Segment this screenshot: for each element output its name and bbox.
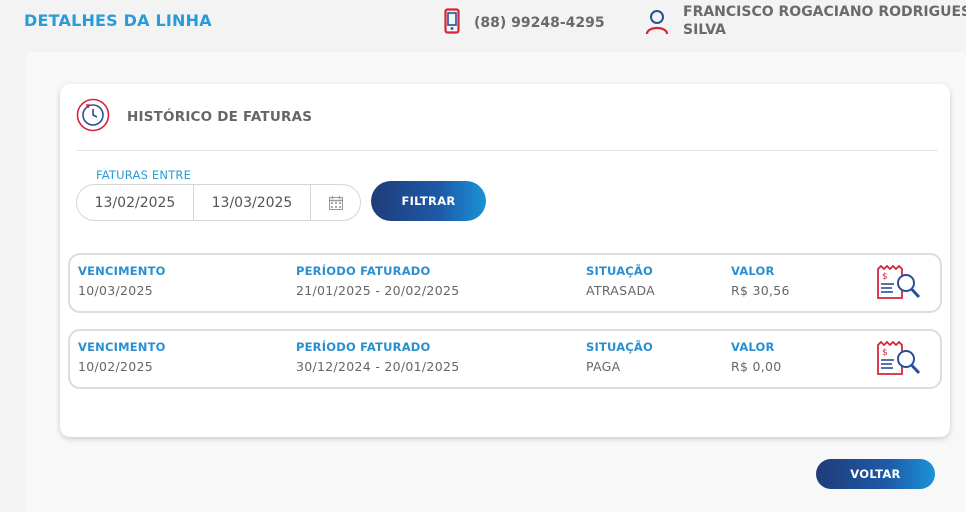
period-column: PERÍODO FATURADO 21/01/2025 - 20/02/2025 — [296, 264, 459, 298]
status-column: SITUAÇÃO PAGA — [586, 340, 653, 374]
status-value: PAGA — [586, 359, 621, 374]
view-invoice-icon[interactable]: $ — [876, 264, 922, 305]
period-column: PERÍODO FATURADO 30/12/2024 - 20/01/2025 — [296, 340, 459, 374]
calendar-icon[interactable] — [311, 185, 360, 220]
status-value: ATRASADA — [586, 283, 656, 298]
period-value: 30/12/2024 - 20/01/2025 — [296, 359, 460, 374]
svg-text:$: $ — [882, 348, 888, 358]
invoice-row: VENCIMENTO 10/03/2025 PERÍODO FATURADO 2… — [68, 253, 942, 313]
value-amount: R$ 0,00 — [731, 359, 782, 374]
status-column: SITUAÇÃO ATRASADA — [586, 264, 655, 298]
svg-text:$: $ — [882, 272, 888, 282]
user-info: FRANCISCO ROGACIANO RODRIGUES SILVA — [645, 3, 966, 39]
user-icon — [645, 9, 669, 39]
period-label: PERÍODO FATURADO — [296, 340, 431, 354]
due-value: 10/02/2025 — [78, 359, 154, 374]
status-label: SITUAÇÃO — [586, 340, 654, 354]
mobile-phone-icon — [444, 8, 460, 38]
start-date-field[interactable]: 13/02/2025 — [77, 185, 194, 220]
status-label: SITUAÇÃO — [586, 264, 654, 278]
period-value: 21/01/2025 - 20/02/2025 — [296, 283, 460, 298]
date-range-picker[interactable]: 13/02/2025 13/03/2025 — [76, 184, 361, 221]
page-title: DETALHES DA LINHA — [24, 11, 212, 30]
due-column: VENCIMENTO 10/02/2025 — [78, 340, 166, 374]
divider — [76, 150, 938, 151]
due-label: VENCIMENTO — [78, 264, 166, 278]
invoice-row: VENCIMENTO 10/02/2025 PERÍODO FATURADO 3… — [68, 329, 942, 389]
value-column: VALOR R$ 30,56 — [731, 264, 790, 298]
filter-label: FATURAS ENTRE — [96, 168, 192, 182]
due-column: VENCIMENTO 10/03/2025 — [78, 264, 166, 298]
card-title: HISTÓRICO DE FATURAS — [127, 109, 313, 125]
value-column: VALOR R$ 0,00 — [731, 340, 782, 374]
top-bar: DETALHES DA LINHA (88) 99248-4295 FRANCI… — [0, 0, 966, 52]
view-invoice-icon[interactable]: $ — [876, 340, 922, 381]
clock-history-icon — [76, 98, 110, 136]
period-label: PERÍODO FATURADO — [296, 264, 431, 278]
card-header: HISTÓRICO DE FATURAS — [76, 98, 312, 136]
value-label: VALOR — [731, 340, 775, 354]
user-name: FRANCISCO ROGACIANO RODRIGUES SILVA — [683, 4, 966, 38]
invoice-history-card: HISTÓRICO DE FATURAS FATURAS ENTRE 13/02… — [60, 84, 950, 437]
end-date-field[interactable]: 13/03/2025 — [194, 185, 311, 220]
value-label: VALOR — [731, 264, 775, 278]
due-label: VENCIMENTO — [78, 340, 166, 354]
due-value: 10/03/2025 — [78, 283, 154, 298]
back-button[interactable]: VOLTAR — [816, 459, 935, 489]
phone-number: (88) 99248-4295 — [474, 15, 605, 31]
filter-button[interactable]: FILTRAR — [371, 181, 486, 221]
value-amount: R$ 30,56 — [731, 283, 790, 298]
phone-info: (88) 99248-4295 — [444, 8, 605, 38]
